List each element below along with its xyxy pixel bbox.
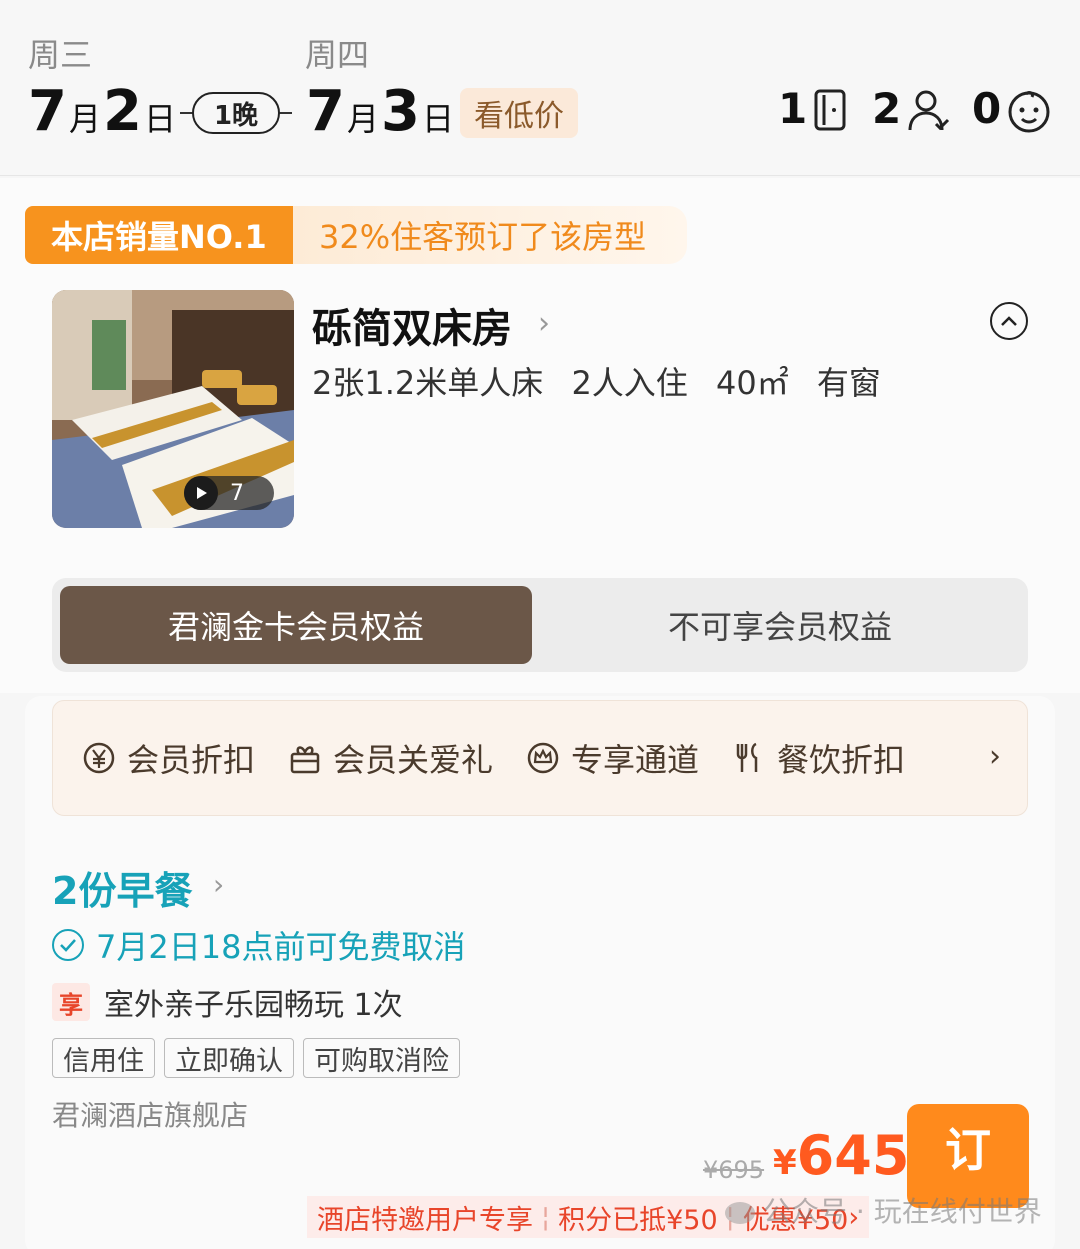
guest-capacity: 2人入住 <box>571 364 688 402</box>
day-unit: 日 <box>421 100 454 138</box>
checkin-day: 2 <box>102 79 142 144</box>
tab-gold-member[interactable]: 君澜金卡会员权益 <box>60 586 532 664</box>
checkin-weekday: 周三 <box>28 36 93 74</box>
checkout-date[interactable]: 7 月 3 日 <box>306 80 456 144</box>
benefit-label: 专享通道 <box>571 741 700 779</box>
child-icon <box>1008 91 1050 133</box>
member-benefit-toggle[interactable]: 君澜金卡会员权益 不可享会员权益 <box>52 578 1028 672</box>
check-circle-icon <box>52 929 84 961</box>
chevron-right-icon[interactable]: › <box>989 739 1001 774</box>
room-area: 40㎡ <box>715 364 789 402</box>
promo-invite: 酒店特邀用户专享 <box>317 1204 533 1236</box>
room-card: 本店销量NO.1 32%住客预订了该房型 7 砾简双床房 › 2张1.2米单人床… <box>0 178 1080 693</box>
low-price-button[interactable]: 看低价 <box>460 88 578 138</box>
checkin-month: 7 <box>28 79 67 144</box>
cancellation-policy: 7月2日18点前可免费取消 <box>52 922 465 968</box>
benefit-discount: 会员折扣 <box>81 735 255 781</box>
watermark-text: 公众号 · 玩在线付世界 <box>763 1195 1042 1228</box>
yen-circle-icon <box>81 740 117 776</box>
original-price: ¥695 <box>703 1156 765 1184</box>
month-unit: 月 <box>68 100 101 138</box>
benefit-fast-lane: 专享通道 <box>525 735 699 781</box>
room-name[interactable]: 砾简双床房 <box>312 296 512 354</box>
crown-icon <box>525 740 561 776</box>
fork-knife-icon <box>731 740 767 776</box>
month-unit: 月 <box>346 100 379 138</box>
adult-icon <box>908 90 950 131</box>
nights-count: 1晚 <box>192 92 280 134</box>
chevron-right-icon[interactable]: › <box>538 306 550 341</box>
room-facts: 2张1.2米单人床 2人入住 40㎡ 有窗 <box>312 358 899 404</box>
room-photo[interactable]: 7 <box>52 290 294 528</box>
enjoy-tag: 享 <box>52 983 90 1021</box>
promo-points: 积分已抵¥50 <box>558 1204 718 1236</box>
booking-share-badge: 32%住客预订了该房型 <box>293 206 687 264</box>
bed-info: 2张1.2米单人床 <box>312 364 544 402</box>
rate-plan-card[interactable]: 会员折扣 会员关爱礼 专享通道 餐饮折扣 › 2份早餐 › 7月2日18点前可免… <box>25 696 1055 1249</box>
nights-indicator: 1晚 <box>180 92 292 134</box>
day-unit: 日 <box>143 100 176 138</box>
policy-tags: 信用住 立即确认 可购取消险 <box>52 1038 469 1078</box>
date-selector-bar[interactable]: 周三 周四 7 月 2 日 1晚 7 月 3 日 看低价 1 2 0 <box>0 0 1080 176</box>
sales-badge: 本店销量NO.1 32%住客预订了该房型 <box>25 206 687 264</box>
window-info: 有窗 <box>816 364 881 402</box>
chevron-right-icon[interactable]: › <box>213 868 224 901</box>
current-price: ¥ 645 <box>773 1124 909 1187</box>
checkout-weekday: 周四 <box>305 36 370 74</box>
benefit-label: 会员关爱礼 <box>333 741 494 779</box>
watermark: 公众号 · 玩在线付世界 <box>725 1190 1042 1230</box>
checkin-date[interactable]: 7 月 2 日 <box>28 80 178 144</box>
checkout-month: 7 <box>306 79 345 144</box>
perk-text: 室外亲子乐园畅玩 1次 <box>104 988 403 1023</box>
play-icon <box>184 476 218 510</box>
wechat-icon <box>725 1202 755 1224</box>
benefit-label: 会员折扣 <box>127 741 256 779</box>
seller-name: 君澜酒店旗舰店 <box>52 1099 249 1132</box>
photo-count: 7 <box>184 476 274 510</box>
member-benefits-strip[interactable]: 会员折扣 会员关爱礼 专享通道 餐饮折扣 › <box>52 700 1028 816</box>
chevron-up-icon <box>1001 316 1017 326</box>
currency-symbol: ¥ <box>773 1143 797 1183</box>
gift-icon <box>287 740 323 776</box>
collapse-button[interactable] <box>990 302 1028 340</box>
tag-cancel-insurance: 可购取消险 <box>303 1038 460 1078</box>
photo-count-value: 7 <box>230 480 244 506</box>
adult-count[interactable]: 2 <box>872 84 901 133</box>
price-amount: 645 <box>796 1124 910 1187</box>
tag-credit-stay: 信用住 <box>52 1038 155 1078</box>
benefit-gift: 会员关爱礼 <box>287 735 493 781</box>
top-seller-badge: 本店销量NO.1 <box>25 206 293 264</box>
breakfast-info[interactable]: 2份早餐 <box>52 860 192 915</box>
benefit-dining: 餐饮折扣 <box>731 735 905 781</box>
tag-instant-confirm: 立即确认 <box>164 1038 294 1078</box>
child-count[interactable]: 0 <box>972 84 1001 133</box>
cancellation-text: 7月2日18点前可免费取消 <box>96 928 466 966</box>
tab-no-member[interactable]: 不可享会员权益 <box>540 586 1020 664</box>
door-icon <box>814 89 846 131</box>
checkout-day: 3 <box>380 79 420 144</box>
package-perk: 享 室外亲子乐园畅玩 1次 <box>52 980 403 1024</box>
benefit-label: 餐饮折扣 <box>777 741 906 779</box>
room-count[interactable]: 1 <box>778 84 807 133</box>
